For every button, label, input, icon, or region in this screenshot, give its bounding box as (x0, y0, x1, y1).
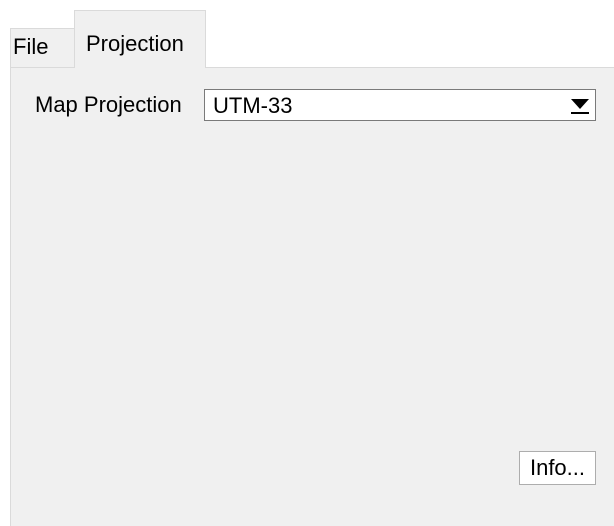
tab-file[interactable]: File (10, 28, 74, 68)
dropdown-arrow-underline-icon (571, 112, 589, 114)
tab-strip: File Projection (0, 0, 614, 68)
dropdown-arrow-icon[interactable] (571, 99, 589, 109)
map-projection-value: UTM-33 (213, 93, 293, 118)
map-projection-label: Map Projection (35, 92, 182, 117)
info-button-label: Info... (529, 455, 586, 480)
tab-projection[interactable]: Projection (74, 10, 206, 68)
info-button[interactable]: Info... (519, 451, 596, 485)
tab-file-label: File (13, 34, 49, 59)
tab-projection-label: Projection (86, 31, 184, 56)
projection-panel: Map Projection UTM-33 Info... (10, 67, 614, 526)
map-projection-select[interactable]: UTM-33 (204, 89, 596, 121)
